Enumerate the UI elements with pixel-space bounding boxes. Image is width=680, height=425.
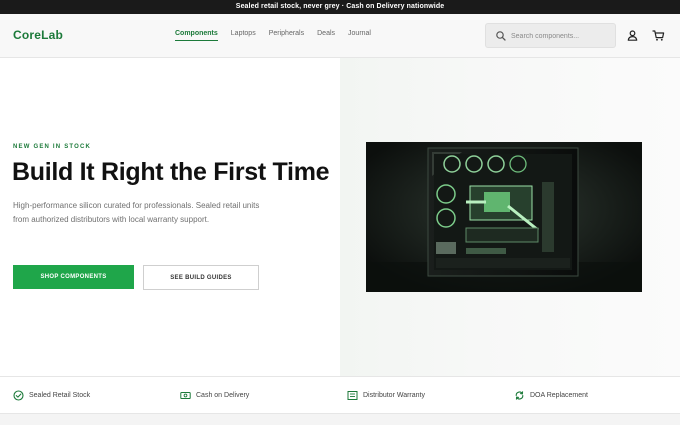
feature-label: Distributor Warranty xyxy=(363,392,425,399)
nav-deals[interactable]: Deals xyxy=(317,30,335,41)
main-nav: Components Laptops Peripherals Deals Jou… xyxy=(175,30,371,41)
replacement-icon xyxy=(515,391,524,400)
see-build-guides-button[interactable]: SEE BUILD GUIDES xyxy=(143,265,259,290)
shop-components-button[interactable]: SHOP COMPONENTS xyxy=(13,265,134,289)
nav-journal[interactable]: Journal xyxy=(348,30,371,41)
pc-build-image xyxy=(366,142,642,292)
hero-section: NEW GEN IN STOCK Build It Right the Firs… xyxy=(0,58,680,376)
announcement-bar: Sealed retail stock, never grey · Cash o… xyxy=(0,0,680,14)
search-icon xyxy=(496,31,506,41)
feature-label: DOA Replacement xyxy=(530,392,588,399)
hero-description: High-performance silicon curated for pro… xyxy=(13,201,260,224)
hero-headline: Build It Right the First Time xyxy=(12,158,330,186)
hero-eyebrow: NEW GEN IN STOCK xyxy=(13,144,92,150)
feature-cash-on-delivery: Cash on Delivery xyxy=(180,390,249,401)
cart-icon[interactable] xyxy=(652,29,665,42)
feature-doa-replacement: DOA Replacement xyxy=(514,390,588,401)
nav-peripherals[interactable]: Peripherals xyxy=(269,30,304,41)
account-icon[interactable] xyxy=(626,29,639,42)
feature-label: Cash on Delivery xyxy=(196,392,250,399)
feature-strip: Sealed Retail Stock Cash on Delivery Dis… xyxy=(0,376,680,414)
search-input[interactable] xyxy=(511,28,611,44)
warranty-icon xyxy=(347,391,358,400)
feature-sealed-retail-stock: Sealed Retail Stock xyxy=(13,390,90,401)
site-header: CoreLab Components Laptops Peripherals D… xyxy=(0,14,680,58)
search-box[interactable] xyxy=(485,23,616,48)
nav-components[interactable]: Components xyxy=(175,30,218,41)
cash-icon xyxy=(180,392,191,399)
page-bottom-strip xyxy=(0,414,680,425)
feature-label: Sealed Retail Stock xyxy=(29,392,91,399)
feature-distributor-warranty: Distributor Warranty xyxy=(347,390,425,401)
check-circle-icon xyxy=(13,390,24,401)
nav-laptops[interactable]: Laptops xyxy=(231,30,256,41)
site-logo[interactable]: CoreLab xyxy=(13,28,63,42)
